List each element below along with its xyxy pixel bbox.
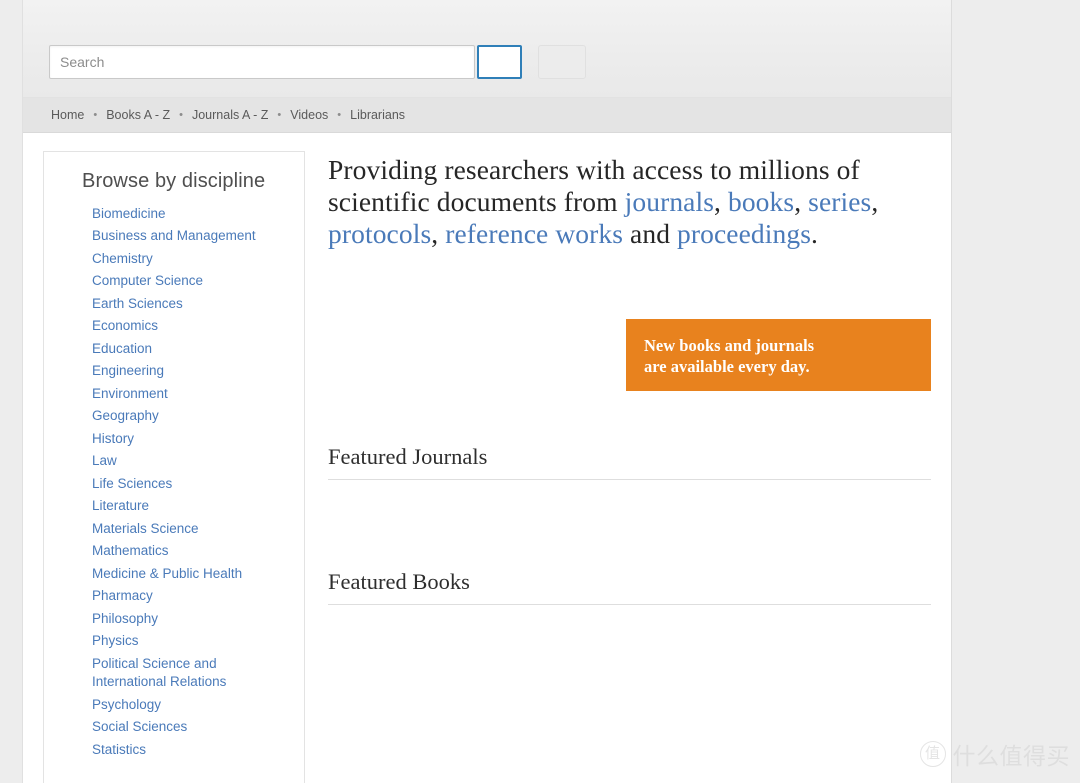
promo-line-1: New books and journals: [644, 335, 931, 357]
sidebar-item-medicine-public-health[interactable]: Medicine & Public Health: [92, 565, 290, 583]
list-item: Philosophy: [92, 608, 290, 630]
list-item: Biomedicine: [92, 203, 290, 225]
advanced-search-button[interactable]: [538, 45, 586, 79]
sidebar-item-statistics[interactable]: Statistics: [92, 741, 290, 759]
list-item: Earth Sciences: [92, 293, 290, 315]
list-item: Chemistry: [92, 248, 290, 270]
hero-comma: ,: [871, 186, 878, 217]
list-item: Engineering: [92, 360, 290, 382]
list-item: Business and Management: [92, 225, 290, 247]
sidebar-item-social-sciences[interactable]: Social Sciences: [92, 718, 290, 736]
featured-journals-body: [328, 480, 931, 528]
sidebar-item-mathematics[interactable]: Mathematics: [92, 542, 290, 560]
list-item: Mathematics: [92, 540, 290, 562]
sidebar-item-geography[interactable]: Geography: [92, 407, 290, 425]
page-title: Providing researchers with access to mil…: [328, 151, 931, 251]
hero-link-reference-works[interactable]: reference works: [445, 218, 623, 249]
section-title-featured-journals: Featured Journals: [328, 444, 931, 479]
list-item: Economics: [92, 315, 290, 337]
sidebar-item-history[interactable]: History: [92, 430, 290, 448]
watermark-badge-icon: 值: [920, 741, 946, 767]
list-item: Environment: [92, 383, 290, 405]
sidebar-item-environment[interactable]: Environment: [92, 385, 290, 403]
sidebar-item-business-and-management[interactable]: Business and Management: [92, 227, 290, 245]
watermark: 值 什么值得买: [920, 737, 1071, 771]
sidebar-item-engineering[interactable]: Engineering: [92, 362, 290, 380]
hero-link-proceedings[interactable]: proceedings: [677, 218, 811, 249]
section-title-featured-books: Featured Books: [328, 569, 931, 604]
sidebar-item-psychology[interactable]: Psychology: [92, 696, 290, 714]
nav-separator-icon: •: [328, 109, 350, 121]
promo-line-2: are available every day.: [644, 356, 931, 378]
list-item: Physics: [92, 630, 290, 652]
search-input[interactable]: [49, 45, 475, 79]
sidebar-item-education[interactable]: Education: [92, 340, 290, 358]
list-item: Political Science and International Rela…: [92, 653, 290, 694]
list-item: Social Sciences: [92, 716, 290, 738]
list-item: Geography: [92, 405, 290, 427]
sidebar-item-pharmacy[interactable]: Pharmacy: [92, 587, 290, 605]
featured-journals-section: Featured Journals: [328, 444, 931, 528]
site-container: Home • Books A - Z • Journals A - Z • Vi…: [22, 0, 952, 783]
sidebar-item-philosophy[interactable]: Philosophy: [92, 610, 290, 628]
hero-comma: ,: [794, 186, 808, 217]
hero-link-journals[interactable]: journals: [625, 186, 714, 217]
browse-by-discipline-panel: Browse by discipline Biomedicine Busines…: [43, 151, 305, 783]
sidebar-item-earth-sciences[interactable]: Earth Sciences: [92, 295, 290, 313]
page-root: Home • Books A - Z • Journals A - Z • Vi…: [0, 0, 1080, 783]
discipline-list: Biomedicine Business and Management Chem…: [44, 203, 304, 761]
site-header: [23, 0, 951, 98]
sidebar-title: Browse by discipline: [44, 170, 304, 203]
nav-item-home[interactable]: Home: [51, 108, 84, 122]
hero-link-series[interactable]: series: [808, 186, 871, 217]
hero-period: .: [811, 218, 818, 249]
nav-item-videos[interactable]: Videos: [290, 108, 328, 122]
search-row: [49, 45, 586, 79]
sidebar-item-physics[interactable]: Physics: [92, 632, 290, 650]
hero-link-books[interactable]: books: [728, 186, 794, 217]
list-item: Medicine & Public Health: [92, 563, 290, 585]
nav-separator-icon: •: [268, 109, 290, 121]
watermark-text: 什么值得买: [953, 737, 1071, 771]
sidebar-item-computer-science[interactable]: Computer Science: [92, 272, 290, 290]
sidebar-item-biomedicine[interactable]: Biomedicine: [92, 205, 290, 223]
sidebar-item-economics[interactable]: Economics: [92, 317, 290, 335]
sidebar-item-chemistry[interactable]: Chemistry: [92, 250, 290, 268]
list-item: Pharmacy: [92, 585, 290, 607]
nav-separator-icon: •: [84, 109, 106, 121]
promo-banner[interactable]: New books and journals are available eve…: [626, 319, 931, 391]
list-item: Psychology: [92, 694, 290, 716]
content-area: Browse by discipline Biomedicine Busines…: [23, 133, 951, 783]
featured-books-section: Featured Books: [328, 569, 931, 653]
sidebar-item-materials-science[interactable]: Materials Science: [92, 520, 290, 538]
nav-separator-icon: •: [170, 109, 192, 121]
list-item: Education: [92, 338, 290, 360]
sidebar-item-political-science-and-international-relations[interactable]: Political Science and International Rela…: [92, 655, 290, 692]
sidebar-item-law[interactable]: Law: [92, 452, 290, 470]
list-item: Computer Science: [92, 270, 290, 292]
list-item: Statistics: [92, 739, 290, 761]
search-submit-button[interactable]: [477, 45, 522, 79]
sidebar-item-literature[interactable]: Literature: [92, 497, 290, 515]
main-navigation: Home • Books A - Z • Journals A - Z • Vi…: [23, 98, 951, 133]
featured-books-body: [328, 605, 931, 653]
nav-item-books-a-z[interactable]: Books A - Z: [106, 108, 170, 122]
list-item: Literature: [92, 495, 290, 517]
list-item: Materials Science: [92, 518, 290, 540]
list-item: Life Sciences: [92, 473, 290, 495]
nav-item-librarians[interactable]: Librarians: [350, 108, 405, 122]
sidebar-item-life-sciences[interactable]: Life Sciences: [92, 475, 290, 493]
hero-conjunction: and: [623, 218, 677, 249]
hero-comma: ,: [714, 186, 728, 217]
hero-link-protocols[interactable]: protocols: [328, 218, 431, 249]
nav-item-journals-a-z[interactable]: Journals A - Z: [192, 108, 268, 122]
list-item: History: [92, 428, 290, 450]
main-column: Providing researchers with access to mil…: [305, 151, 951, 653]
list-item: Law: [92, 450, 290, 472]
hero-comma: ,: [431, 218, 445, 249]
